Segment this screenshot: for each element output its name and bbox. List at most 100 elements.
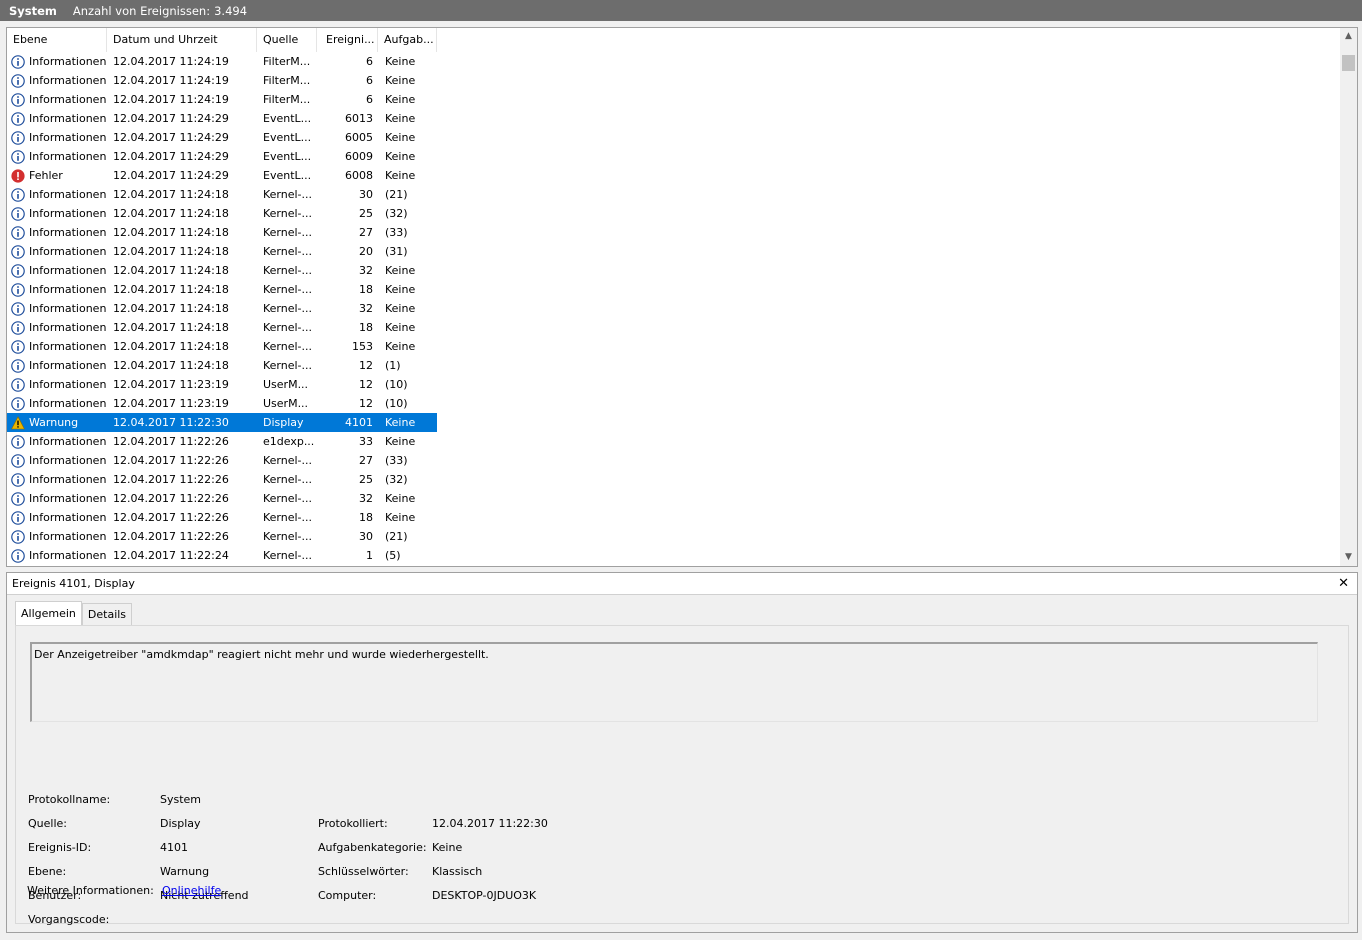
tab-general[interactable]: Allgemein	[15, 601, 82, 625]
level-cell: Informationen	[7, 244, 107, 259]
online-help-link[interactable]: Onlinehilfe	[162, 884, 221, 897]
event-row[interactable]: Informationen 12.04.2017 11:24:18 Kernel-.…	[7, 299, 1341, 318]
event-row[interactable]: Informationen 12.04.2017 11:24:18 Kernel-.…	[7, 280, 1341, 299]
event-row[interactable]: Informationen 12.04.2017 11:24:19 FilterM.…	[7, 71, 1341, 90]
vertical-scrollbar[interactable]: ▲ ▼	[1340, 28, 1357, 566]
level-cell: Informationen	[7, 510, 107, 525]
event-row-cells: Informationen 12.04.2017 11:24:18 Kernel-.…	[7, 261, 437, 280]
source-cell: FilterM...	[263, 93, 311, 106]
event-row[interactable]: Informationen 12.04.2017 11:24:29 EventL..…	[7, 128, 1341, 147]
level-text: Informationen	[29, 74, 107, 87]
info-icon	[11, 263, 25, 278]
level-value: Warnung	[160, 865, 210, 878]
event-message-box[interactable]: Der Anzeigetreiber "amdkmdap" reagiert n…	[30, 642, 1318, 722]
datetime-cell: 12.04.2017 11:24:18	[113, 264, 229, 277]
datetime-cell: 12.04.2017 11:24:18	[113, 283, 229, 296]
info-icon	[11, 73, 25, 88]
event-row-cells: Informationen 12.04.2017 11:22:26 Kernel-.…	[7, 470, 437, 489]
level-cell: Warnung	[7, 415, 107, 430]
event-row[interactable]: Informationen 12.04.2017 11:23:19 UserM...…	[7, 375, 1341, 394]
column-header-datetime[interactable]: Datum und Uhrzeit	[107, 28, 257, 52]
level-cell: Informationen	[7, 358, 107, 373]
event-row[interactable]: Informationen 12.04.2017 11:24:29 EventL..…	[7, 109, 1341, 128]
level-text: Informationen	[29, 321, 107, 334]
level-cell: Informationen	[7, 282, 107, 297]
event-row[interactable]: Informationen 12.04.2017 11:22:26 Kernel-.…	[7, 508, 1341, 527]
source-label: Quelle:	[28, 817, 67, 830]
event-row[interactable]: Informationen 12.04.2017 11:24:18 Kernel-.…	[7, 204, 1341, 223]
event-row[interactable]: Informationen 12.04.2017 11:24:19 FilterM.…	[7, 90, 1341, 109]
event-row[interactable]: Informationen 12.04.2017 11:24:18 Kernel-.…	[7, 318, 1341, 337]
event-id-cell: 33	[359, 435, 373, 448]
task-cell: (10)	[385, 378, 408, 391]
event-row-cells: Informationen 12.04.2017 11:22:26 Kernel-.…	[7, 489, 437, 508]
task-cell: (32)	[385, 207, 408, 220]
event-row[interactable]: Informationen 12.04.2017 11:22:26 e1dexp..…	[7, 432, 1341, 451]
event-row-cells: Informationen 12.04.2017 11:24:29 EventL..…	[7, 109, 437, 128]
datetime-cell: 12.04.2017 11:24:18	[113, 207, 229, 220]
datetime-cell: 12.04.2017 11:24:18	[113, 321, 229, 334]
datetime-cell: 12.04.2017 11:22:26	[113, 530, 229, 543]
event-row[interactable]: Informationen 12.04.2017 11:23:19 UserM...…	[7, 394, 1341, 413]
level-cell: Informationen	[7, 339, 107, 354]
task-cell: (32)	[385, 473, 408, 486]
event-row[interactable]: Informationen 12.04.2017 11:24:29 EventL..…	[7, 147, 1341, 166]
level-text: Informationen	[29, 112, 107, 125]
datetime-cell: 12.04.2017 11:24:18	[113, 359, 229, 372]
event-row[interactable]: Informationen 12.04.2017 11:24:18 Kernel-.…	[7, 337, 1341, 356]
level-text: Informationen	[29, 435, 107, 448]
event-row[interactable]: Informationen 12.04.2017 11:22:26 Kernel-.…	[7, 527, 1341, 546]
level-text: Informationen	[29, 264, 107, 277]
level-text: Informationen	[29, 397, 107, 410]
tab-details[interactable]: Details	[81, 603, 133, 625]
info-icon	[11, 548, 25, 563]
column-header-source[interactable]: Quelle	[257, 28, 317, 52]
event-id-cell: 20	[359, 245, 373, 258]
task-cell: Keine	[385, 321, 416, 334]
warning-icon	[11, 415, 25, 430]
level-cell: Informationen	[7, 301, 107, 316]
event-row[interactable]: Informationen 12.04.2017 11:24:18 Kernel-.…	[7, 242, 1341, 261]
datetime-cell: 12.04.2017 11:23:19	[113, 378, 229, 391]
level-text: Informationen	[29, 340, 107, 353]
event-row[interactable]: Informationen 12.04.2017 11:24:18 Kernel-.…	[7, 185, 1341, 204]
event-row[interactable]: Informationen 12.04.2017 11:22:26 Kernel-.…	[7, 451, 1341, 470]
event-list[interactable]: Ebene Datum und Uhrzeit Quelle Ereigni..…	[6, 27, 1358, 567]
log-name-label: Protokollname:	[28, 793, 111, 806]
event-row[interactable]: Fehler 12.04.2017 11:24:29 EventL... 6008 Ke…	[7, 166, 1341, 185]
event-row[interactable]: Informationen 12.04.2017 11:22:26 Kernel-.…	[7, 470, 1341, 489]
event-row-cells: Informationen 12.04.2017 11:24:18 Kernel-.…	[7, 204, 437, 223]
close-icon[interactable]: ✕	[1338, 576, 1349, 591]
column-header-event-id[interactable]: Ereigni...	[317, 28, 378, 52]
level-cell: Informationen	[7, 377, 107, 392]
column-header-task[interactable]: Aufgab...	[378, 28, 437, 52]
general-tab-body: Der Anzeigetreiber "amdkmdap" reagiert n…	[15, 625, 1349, 926]
event-row[interactable]: Informationen 12.04.2017 11:24:18 Kernel-.…	[7, 223, 1341, 242]
datetime-cell: 12.04.2017 11:24:19	[113, 74, 229, 87]
event-row[interactable]: Informationen 12.04.2017 11:24:18 Kernel-.…	[7, 261, 1341, 280]
event-row[interactable]: Informationen 12.04.2017 11:24:19 FilterM.…	[7, 52, 1341, 71]
datetime-cell: 12.04.2017 11:24:18	[113, 188, 229, 201]
event-row[interactable]: Informationen 12.04.2017 11:22:24 Kernel-.…	[7, 546, 1341, 565]
task-cell: Keine	[385, 74, 416, 87]
task-category-value: Keine	[432, 841, 463, 854]
event-id-cell: 6005	[345, 131, 373, 144]
details-title: Ereignis 4101, Display	[12, 577, 135, 590]
datetime-cell: 12.04.2017 11:24:29	[113, 112, 229, 125]
column-header-level[interactable]: Ebene	[7, 28, 107, 52]
scroll-down-icon[interactable]: ▼	[1340, 549, 1357, 566]
datetime-cell: 12.04.2017 11:22:26	[113, 473, 229, 486]
event-row[interactable]: Informationen 12.04.2017 11:24:18 Kernel-.…	[7, 356, 1341, 375]
level-text: Informationen	[29, 454, 107, 467]
info-icon	[11, 206, 25, 221]
event-rows: Informationen 12.04.2017 11:24:19 FilterM.…	[7, 52, 1341, 565]
scroll-thumb[interactable]	[1342, 55, 1355, 71]
scroll-up-icon[interactable]: ▲	[1340, 28, 1357, 45]
task-cell: Keine	[385, 416, 416, 429]
event-id-cell: 32	[359, 302, 373, 315]
source-cell: Display	[263, 416, 304, 429]
event-row[interactable]: Warnung 12.04.2017 11:22:30 Display 4101 Kei…	[7, 413, 1341, 432]
event-row[interactable]: Informationen 12.04.2017 11:22:26 Kernel-.…	[7, 489, 1341, 508]
datetime-cell: 12.04.2017 11:24:18	[113, 340, 229, 353]
source-cell: Kernel-...	[263, 283, 313, 296]
